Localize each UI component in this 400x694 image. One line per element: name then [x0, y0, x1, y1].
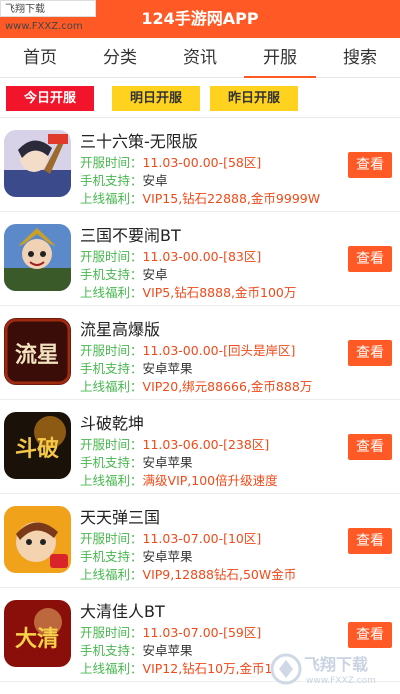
perk-label: 上线福利： [80, 473, 143, 488]
perk-label: 上线福利： [80, 567, 143, 582]
subtab-today[interactable]: 今日开服 [6, 86, 94, 111]
platform-label: 手机支持： [80, 549, 143, 564]
list-item[interactable]: 三国不要闹BT 开服时间：11.03-00.00-[83区] 手机支持：安卓 上… [0, 212, 400, 306]
tab-home[interactable]: 首页 [0, 38, 80, 77]
perk-label: 上线福利： [80, 379, 143, 394]
perk-row: 上线福利：满级VIP,100倍升级速度 [80, 470, 278, 489]
open-time-label: 开服时间： [80, 625, 143, 640]
game-icon-daqing-text: 大清 [15, 626, 59, 652]
game-icon-liuxing[interactable]: 流星 [4, 318, 71, 385]
tab-category[interactable]: 分类 [80, 38, 160, 77]
platform-value: 安卓苹果 [142, 549, 193, 564]
game-list: 三十六策-无限版 开服时间：11.03-00.00-[58区] 手机支持：安卓 … [0, 118, 400, 682]
open-time-row: 开服时间：11.03-07.00-[59区] [80, 622, 261, 641]
perk-row: 上线福利：VIP12,钻石10万,金币1 [80, 658, 273, 677]
subtab-yesterday[interactable]: 昨日开服 [210, 86, 298, 111]
perk-value: 满级VIP,100倍升级速度 [142, 473, 278, 488]
open-time-row: 开服时间：11.03-07.00-[10区] [80, 528, 261, 547]
platform-value: 安卓 [142, 173, 168, 188]
view-button[interactable]: 查看 [348, 434, 392, 460]
game-icon-sanguo[interactable] [4, 224, 71, 291]
game-name: 三十六策-无限版 [80, 132, 198, 151]
game-name: 斗破乾坤 [80, 414, 145, 433]
open-time-label: 开服时间： [80, 249, 143, 264]
game-icon-doupo-text: 斗破 [15, 436, 59, 462]
perk-label: 上线福利： [80, 285, 143, 300]
subtab-tomorrow[interactable]: 明日开服 [112, 86, 200, 111]
game-icon-liuxing-text: 流星 [15, 342, 59, 368]
game-icon-doupo[interactable]: 斗破 [4, 412, 71, 479]
platform-value: 安卓 [142, 267, 168, 282]
platform-value: 安卓苹果 [142, 643, 193, 658]
tab-news[interactable]: 资讯 [160, 38, 240, 77]
game-name: 天天弹三国 [80, 508, 161, 527]
watermark-logo-main: 飞翔下载 [304, 655, 368, 674]
platform-label: 手机支持： [80, 267, 143, 282]
platform-row: 手机支持：安卓苹果 [80, 546, 193, 565]
perk-value: VIP5,钻石8888,金币100万 [142, 285, 297, 300]
open-time-value: 11.03-00.00-[回头是岸区] [142, 343, 296, 358]
list-item[interactable]: 斗破 斗破乾坤 开服时间：11.03-06.00-[238区] 手机支持：安卓苹… [0, 400, 400, 494]
perk-value: VIP15,钻石22888,金币9999W [142, 191, 321, 206]
perk-label: 上线福利： [80, 191, 143, 206]
list-item[interactable]: 天天弹三国 开服时间：11.03-07.00-[10区] 手机支持：安卓苹果 上… [0, 494, 400, 588]
platform-row: 手机支持：安卓 [80, 170, 168, 189]
open-time-value: 11.03-00.00-[83区] [142, 249, 262, 264]
perk-value: VIP9,12888钻石,50W金币 [142, 567, 297, 582]
game-name: 流星高爆版 [80, 320, 161, 339]
platform-label: 手机支持： [80, 173, 143, 188]
platform-row: 手机支持：安卓苹果 [80, 452, 193, 471]
view-button[interactable]: 查看 [348, 340, 392, 366]
open-time-label: 开服时间： [80, 437, 143, 452]
platform-value: 安卓苹果 [142, 361, 193, 376]
game-name: 三国不要闹BT [80, 226, 181, 245]
open-time-row: 开服时间：11.03-00.00-[58区] [80, 152, 261, 171]
open-time-value: 11.03-06.00-[238区] [142, 437, 270, 452]
open-time-label: 开服时间： [80, 343, 143, 358]
platform-label: 手机支持： [80, 455, 143, 470]
watermark-badge: 飞翔下载 www.FXXZ.com [0, 0, 96, 32]
app-header: 124手游网APP 飞翔下载 www.FXXZ.com [0, 0, 400, 38]
main-nav: 首页 分类 资讯 开服 搜索 [0, 38, 400, 78]
open-time-label: 开服时间： [80, 531, 143, 546]
platform-value: 安卓苹果 [142, 455, 193, 470]
platform-row: 手机支持：安卓苹果 [80, 358, 193, 377]
game-name: 大清佳人BT [80, 602, 165, 621]
open-time-value: 11.03-07.00-[10区] [142, 531, 262, 546]
perk-row: 上线福利：VIP20,绑元88666,金币888万 [80, 376, 312, 395]
platform-row: 手机支持：安卓苹果 [80, 640, 193, 659]
view-button[interactable]: 查看 [348, 246, 392, 272]
game-icon-tiantian[interactable] [4, 506, 71, 573]
open-time-row: 开服时间：11.03-00.00-[回头是岸区] [80, 340, 295, 359]
perk-label: 上线福利： [80, 661, 143, 676]
watermark-logo: 飞翔下载 www.FXXZ.com [270, 650, 390, 688]
server-date-tabs: 今日开服 明日开服 昨日开服 [0, 78, 400, 118]
game-icon-36ce[interactable] [4, 130, 71, 197]
perk-value: VIP20,绑元88666,金币888万 [142, 379, 313, 394]
open-time-row: 开服时间：11.03-00.00-[83区] [80, 246, 261, 265]
list-item[interactable]: 流星 流星高爆版 开服时间：11.03-00.00-[回头是岸区] 手机支持：安… [0, 306, 400, 400]
list-item[interactable]: 三十六策-无限版 开服时间：11.03-00.00-[58区] 手机支持：安卓 … [0, 118, 400, 212]
tab-search[interactable]: 搜索 [320, 38, 400, 77]
open-time-row: 开服时间：11.03-06.00-[238区] [80, 434, 269, 453]
open-time-label: 开服时间： [80, 155, 143, 170]
view-button[interactable]: 查看 [348, 152, 392, 178]
view-button[interactable]: 查看 [348, 528, 392, 554]
perk-row: 上线福利：VIP15,钻石22888,金币9999W [80, 188, 320, 207]
perk-value: VIP12,钻石10万,金币1 [142, 661, 273, 676]
open-time-value: 11.03-07.00-[59区] [142, 625, 262, 640]
view-button[interactable]: 查看 [348, 622, 392, 648]
platform-label: 手机支持： [80, 361, 143, 376]
tab-server-open[interactable]: 开服 [240, 38, 320, 78]
perk-row: 上线福利：VIP5,钻石8888,金币100万 [80, 282, 296, 301]
platform-row: 手机支持：安卓 [80, 264, 168, 283]
watermark-logo-sub: www.FXXZ.com [306, 676, 376, 686]
open-time-value: 11.03-00.00-[58区] [142, 155, 262, 170]
game-icon-daqing[interactable]: 大清 [4, 600, 71, 667]
perk-row: 上线福利：VIP9,12888钻石,50W金币 [80, 564, 296, 583]
platform-label: 手机支持： [80, 643, 143, 658]
